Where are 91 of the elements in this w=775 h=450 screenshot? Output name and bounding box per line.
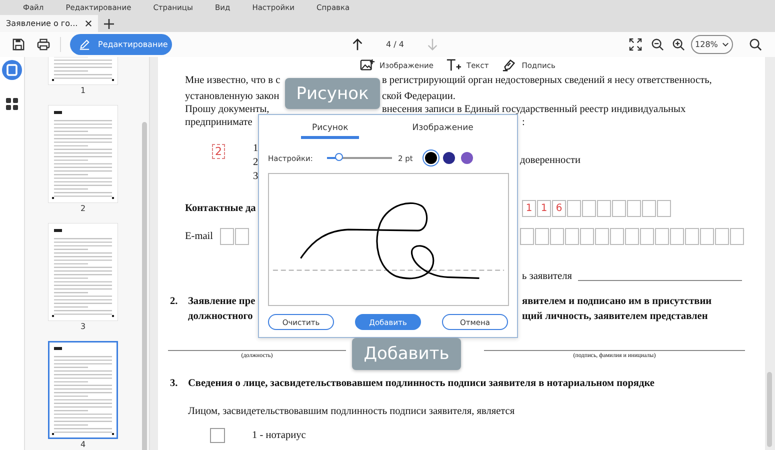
empty-cell[interactable] xyxy=(550,228,564,244)
empty-cell[interactable] xyxy=(612,200,626,216)
previous-page-icon[interactable] xyxy=(351,38,364,51)
page-number: 4 xyxy=(80,440,86,449)
empty-cell[interactable] xyxy=(535,228,549,244)
search-icon[interactable] xyxy=(748,38,762,51)
tooltip: Рисунок xyxy=(285,78,380,109)
drawing-canvas[interactable] xyxy=(268,173,509,306)
tab-title: Заявление о го... xyxy=(6,19,78,28)
text-add-icon[interactable] xyxy=(446,58,462,72)
page-number: 2 xyxy=(80,204,86,213)
paragraph-text: внесения записи в Единый государственный реестр индивидуальных xyxy=(382,104,686,114)
empty-cell[interactable] xyxy=(597,200,611,216)
empty-cell[interactable] xyxy=(220,228,234,244)
print-icon[interactable] xyxy=(37,38,50,51)
empty-cell[interactable] xyxy=(595,228,609,244)
color-swatch[interactable] xyxy=(460,152,473,164)
digit-cell: 1 xyxy=(522,200,536,216)
option-number: 2 xyxy=(253,156,258,170)
field-label: ь заявителя xyxy=(522,271,572,282)
empty-cell[interactable] xyxy=(640,228,654,244)
zoom-out-icon[interactable] xyxy=(650,38,664,51)
empty-cell[interactable] xyxy=(715,228,729,244)
empty-cell[interactable] xyxy=(730,228,744,244)
paragraph-text: предпринимате xyxy=(185,117,252,128)
empty-cell[interactable] xyxy=(670,228,684,244)
zoom-in-icon[interactable] xyxy=(672,38,685,51)
page-number: 1 xyxy=(80,86,86,95)
section-number: 2. xyxy=(170,296,179,307)
color-swatch[interactable] xyxy=(442,152,455,164)
empty-cell[interactable] xyxy=(610,228,624,244)
document-tab[interactable]: Заявление о го... xyxy=(0,15,98,32)
empty-cell[interactable] xyxy=(685,228,699,244)
marked-digit: 2 xyxy=(212,144,225,159)
option-number: 3 xyxy=(253,170,258,184)
paragraph-text: ской Федерации. xyxy=(382,90,456,102)
section-number: 3. xyxy=(170,378,179,389)
page-panel-icon[interactable] xyxy=(2,60,22,80)
section-heading: Заявление пре xyxy=(188,296,256,307)
edit-mode-button[interactable]: Редактирование xyxy=(70,34,172,55)
page-thumbnail[interactable] xyxy=(48,341,118,439)
field-label: Контактные да xyxy=(185,202,256,214)
chevron-down-icon xyxy=(722,42,729,47)
empty-cell[interactable] xyxy=(580,228,594,244)
color-swatch[interactable] xyxy=(424,152,437,164)
option-number: 1 xyxy=(253,142,258,156)
digit-cell: 6 xyxy=(552,200,566,216)
add-tab-icon[interactable] xyxy=(104,19,114,29)
save-icon[interactable] xyxy=(12,38,25,51)
paragraph-text: установленную закон xyxy=(185,90,280,102)
zoom-select[interactable]: 128% xyxy=(690,35,733,54)
empty-cell[interactable] xyxy=(565,228,579,244)
paragraph-text: : xyxy=(522,117,525,128)
section-heading: Сведения о лице, засвидетельствовавшем подлинность подписи заявителя в нотариальном порядке xyxy=(188,378,654,389)
empty-cell[interactable] xyxy=(642,200,656,216)
grid-icon[interactable] xyxy=(6,98,18,110)
paragraph-text: Мне известно, что в с xyxy=(185,74,280,86)
empty-cell[interactable] xyxy=(567,200,581,216)
section-heading: должностного xyxy=(188,311,253,322)
scrollbar[interactable] xyxy=(142,122,147,450)
signature-pen-icon[interactable] xyxy=(502,58,517,72)
empty-cell[interactable] xyxy=(520,228,534,244)
dialog-tab[interactable]: Рисунок xyxy=(301,123,360,139)
empty-cell[interactable] xyxy=(627,200,641,216)
paragraph-text: доверенности xyxy=(520,155,580,166)
slider-handle[interactable] xyxy=(334,153,343,161)
digit-cell: 1 xyxy=(537,200,551,216)
section-heading: щий личность, заявителем представлен xyxy=(522,311,708,322)
tooltip: Добавить xyxy=(352,338,461,370)
section-heading: явителем и подписано им в присутствии xyxy=(522,296,712,307)
paragraph-text: Прошу документы, xyxy=(185,104,270,114)
image-add-icon[interactable] xyxy=(360,58,375,72)
close-icon[interactable] xyxy=(85,20,92,27)
empty-cell[interactable] xyxy=(657,200,671,216)
pencil-icon xyxy=(79,39,90,50)
empty-cell[interactable] xyxy=(700,228,714,244)
scrollbar[interactable] xyxy=(767,372,772,447)
empty-cell[interactable] xyxy=(625,228,639,244)
page-number: 3 xyxy=(80,322,86,331)
fullscreen-icon[interactable] xyxy=(628,38,642,51)
dialog-tab[interactable]: Изображение xyxy=(401,123,484,139)
field-label: E-mail xyxy=(185,230,214,242)
checkbox[interactable] xyxy=(210,428,225,443)
empty-cell[interactable] xyxy=(655,228,669,244)
paragraph-text: в регистрирующий орган недостоверных сведений я несу ответственность, xyxy=(382,74,712,86)
option-label: 1 - нотариус xyxy=(252,430,306,441)
empty-cell[interactable] xyxy=(582,200,596,216)
next-page-icon[interactable] xyxy=(426,38,439,51)
page-indicator: 4 / 4 xyxy=(386,40,404,49)
paragraph-text: Лицом, засвидетельствовавшим подлинность подписи заявителя, является xyxy=(188,406,515,417)
empty-cell[interactable] xyxy=(235,228,249,244)
